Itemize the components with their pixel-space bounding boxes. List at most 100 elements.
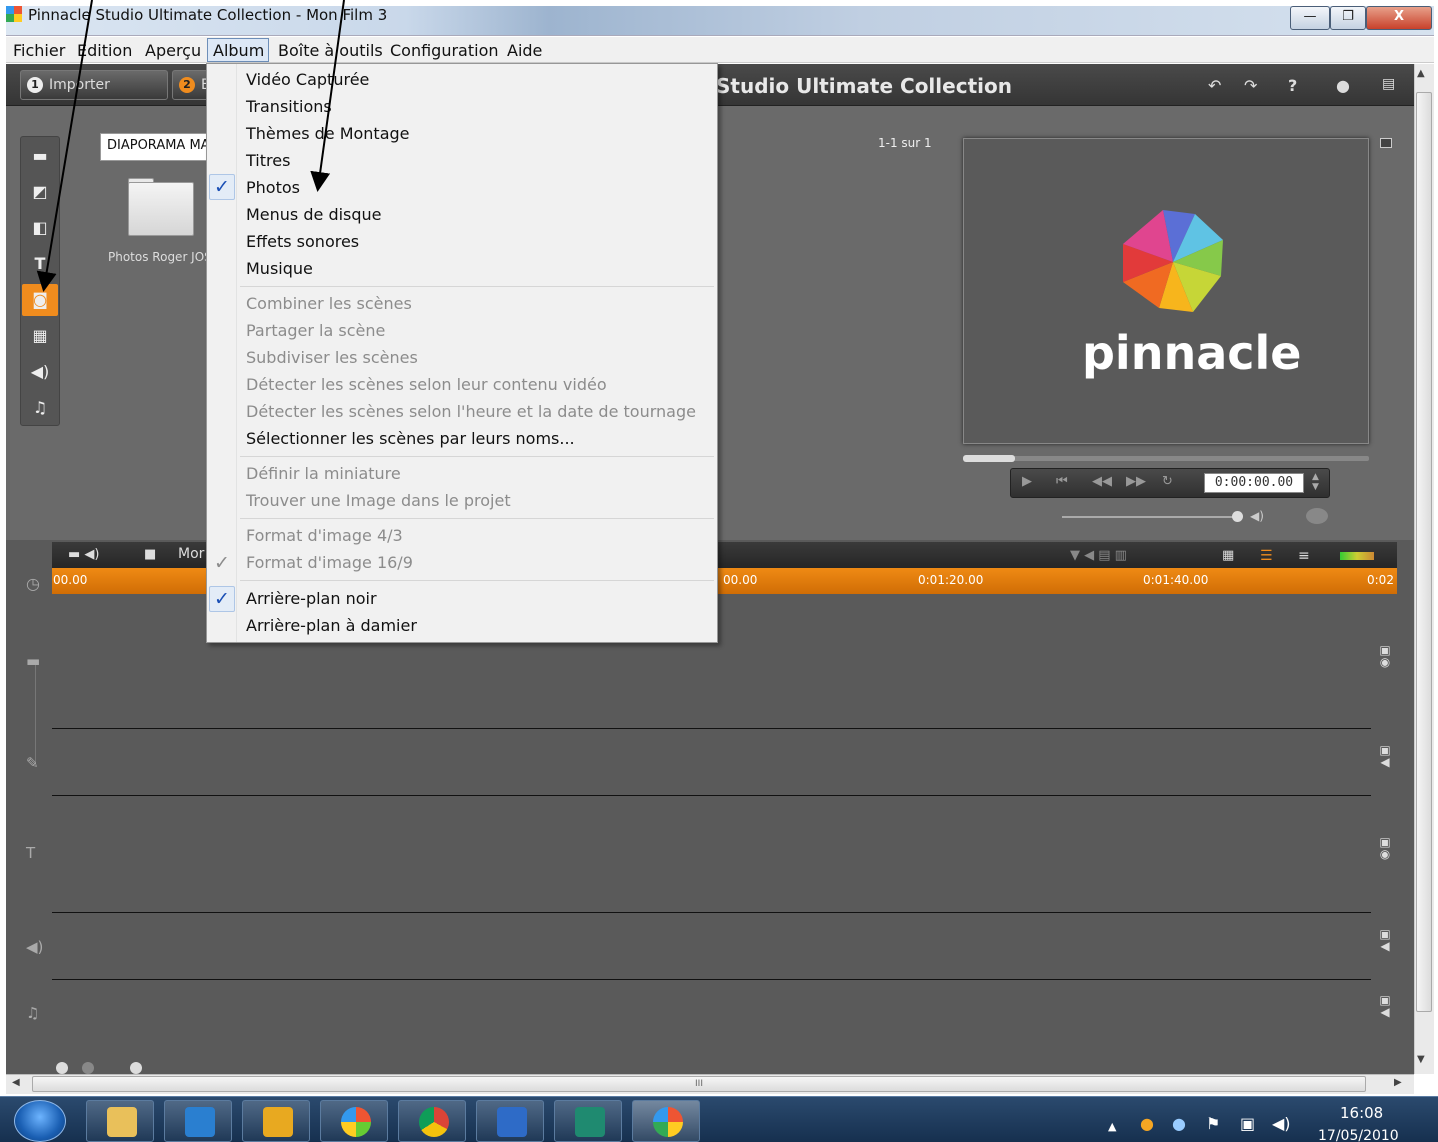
network-icon[interactable]: ▣	[1240, 1114, 1255, 1133]
menu-item-format-4-3[interactable]: Format d'image 4/3	[246, 526, 403, 545]
sound-effects-icon[interactable]: ◀)	[22, 356, 58, 388]
taskbar-outlook[interactable]	[242, 1100, 310, 1142]
menu-item-video-capturee[interactable]: Vidéo Capturée	[246, 70, 369, 89]
timeline-tools-icons[interactable]: ▼ ◀ ▤ ▥	[1070, 548, 1127, 563]
timeline-tracks[interactable]	[52, 596, 1397, 1048]
shop-icon[interactable]: ▤	[1382, 76, 1395, 92]
folder-icon[interactable]	[128, 182, 194, 236]
vertical-scroll-thumb[interactable]	[1416, 92, 1432, 1012]
menu-fichier[interactable]: Fichier	[13, 41, 65, 60]
fullscreen-icon[interactable]	[1380, 138, 1392, 148]
disc-menus-icon[interactable]: ▦	[22, 320, 58, 352]
folder-small-icon[interactable]: ■	[144, 547, 156, 562]
help-icon[interactable]: ?	[1288, 76, 1297, 95]
taskbar-chrome[interactable]	[398, 1100, 466, 1142]
go-to-start-icon[interactable]: ⏮	[1056, 474, 1068, 489]
menu-item-definir-miniature[interactable]: Définir la miniature	[246, 464, 401, 483]
show-hidden-icons[interactable]: ▲	[1108, 1120, 1116, 1133]
scroll-up-icon[interactable]: ▲	[1417, 68, 1425, 79]
scrubber-thumb[interactable]	[963, 455, 1015, 462]
action-center-flag-icon[interactable]: ⚑	[1206, 1114, 1220, 1133]
scroll-down-icon[interactable]: ▼	[1417, 1054, 1425, 1065]
undo-icon[interactable]: ↶	[1208, 76, 1221, 95]
loop-icon[interactable]: ↻	[1162, 474, 1173, 489]
scroll-left-arrow-icon[interactable]: ◀	[12, 1077, 20, 1088]
menu-item-subdiviser-scenes[interactable]: Subdiviser les scènes	[246, 348, 418, 367]
minimize-button[interactable]: —	[1290, 6, 1330, 30]
ruler-tick: 00.00	[53, 573, 88, 587]
menu-item-partager-scene[interactable]: Partager la scène	[246, 321, 385, 340]
menu-item-musique[interactable]: Musique	[246, 259, 313, 278]
menu-item-arriere-plan-damier[interactable]: Arrière-plan à damier	[246, 616, 417, 635]
menu-item-trouver-image[interactable]: Trouver une Image dans le projet	[246, 491, 511, 510]
taskbar-media-player[interactable]	[164, 1100, 232, 1142]
menu-item-arriere-plan-noir[interactable]: Arrière-plan noir	[246, 589, 377, 608]
menu-item-effets-sonores[interactable]: Effets sonores	[246, 232, 359, 251]
video-track-view-icon[interactable]: ▬ ◀)	[68, 547, 99, 562]
redo-icon[interactable]: ↷	[1244, 76, 1257, 95]
transitions-icon[interactable]: ◩	[22, 176, 58, 208]
menu-item-themes-montage[interactable]: Thèmes de Montage	[246, 124, 410, 143]
taskbar-thunderbird[interactable]	[476, 1100, 544, 1142]
menu-edition[interactable]: Edition	[77, 41, 132, 60]
lock-icon[interactable]: ▣ ◀	[1378, 994, 1392, 1018]
tray-app-icon[interactable]: ●	[1140, 1114, 1154, 1133]
menu-item-menus-disque[interactable]: Menus de disque	[246, 205, 382, 224]
menu-item-transitions[interactable]: Transitions	[246, 97, 332, 116]
start-button[interactable]	[14, 1100, 66, 1142]
hint-bulb-icon[interactable]: ●	[1336, 76, 1350, 95]
step-forward-icon[interactable]: ▶▶	[1126, 474, 1146, 489]
lock-icon[interactable]: ▣ ◉	[1378, 836, 1392, 860]
menu-item-selectionner-noms[interactable]: Sélectionner les scènes par leurs noms..…	[246, 429, 575, 448]
disc-icon[interactable]	[1306, 508, 1328, 524]
zoom-out-icon[interactable]	[82, 1062, 94, 1074]
pinnacle-app-icon[interactable]	[6, 6, 22, 22]
titles-icon[interactable]: T	[22, 248, 58, 280]
volume-icon[interactable]: ◀)	[1272, 1114, 1291, 1133]
scroll-left-icon[interactable]	[130, 1062, 142, 1074]
taskbar-windows[interactable]	[320, 1100, 388, 1142]
lock-icon[interactable]: ▣ ◀	[1378, 928, 1392, 952]
menu-item-photos[interactable]: Photos	[246, 178, 300, 197]
lock-icon[interactable]: ▣ ◀	[1378, 744, 1392, 768]
tray-network-app-icon[interactable]: ●	[1172, 1114, 1186, 1133]
tab-importer[interactable]: 1 Importer	[20, 70, 168, 100]
zoom-in-icon[interactable]	[56, 1062, 68, 1074]
photos-icon[interactable]: ◙	[22, 284, 58, 316]
storyboard-view-icon[interactable]: ▦	[1222, 548, 1234, 563]
maximize-button[interactable]: ❐	[1330, 6, 1366, 30]
menu-item-format-16-9[interactable]: Format d'image 16/9	[246, 553, 413, 572]
volume-knob[interactable]	[1232, 511, 1243, 522]
music-icon[interactable]: ♫	[22, 392, 58, 424]
clock-date[interactable]: 17/05/2010	[1318, 1128, 1399, 1142]
clock-time[interactable]: 16:08	[1340, 1104, 1383, 1122]
play-icon[interactable]: ▶	[1022, 474, 1032, 489]
album-folder-select[interactable]: DIAPORAMA MA	[100, 133, 210, 161]
timecode-field[interactable]: 0:00:00.00	[1204, 473, 1304, 493]
close-button[interactable]: X	[1366, 6, 1432, 30]
menu-item-detecter-contenu[interactable]: Détecter les scènes selon leur contenu v…	[246, 375, 607, 394]
video-capture-icon[interactable]: ▬	[22, 140, 58, 172]
menu-aide[interactable]: Aide	[507, 41, 542, 60]
menu-item-detecter-date[interactable]: Détecter les scènes selon l'heure et la …	[246, 402, 696, 421]
step-back-icon[interactable]: ◀◀	[1092, 474, 1112, 489]
taskbar-explorer[interactable]	[86, 1100, 154, 1142]
preview-scrubber[interactable]	[963, 456, 1369, 461]
menu-boite-a-outils[interactable]: Boîte à outils	[278, 41, 383, 60]
volume-slider[interactable]	[1062, 516, 1238, 518]
timecode-spinner-icon[interactable]: ▲ ▼	[1312, 472, 1319, 492]
menu-item-combiner-scenes[interactable]: Combiner les scènes	[246, 294, 412, 313]
timeline-view-icon[interactable]: ☰	[1260, 548, 1273, 564]
menu-apercu[interactable]: Aperçu	[145, 41, 201, 60]
horizontal-scroll-thumb[interactable]: III	[32, 1076, 1366, 1092]
menu-item-titres[interactable]: Titres	[246, 151, 290, 170]
lock-icon[interactable]: ▣ ◉	[1378, 644, 1392, 668]
speaker-icon[interactable]: ◀)	[1250, 509, 1264, 523]
scroll-right-arrow-icon[interactable]: ▶	[1394, 1077, 1402, 1088]
taskbar-publisher[interactable]	[554, 1100, 622, 1142]
taskbar-pinnacle[interactable]	[632, 1100, 700, 1142]
montage-themes-icon[interactable]: ◧	[22, 212, 58, 244]
menu-album[interactable]: Album	[213, 41, 264, 60]
menu-configuration[interactable]: Configuration	[390, 41, 499, 60]
text-view-icon[interactable]: ≡	[1298, 548, 1310, 564]
